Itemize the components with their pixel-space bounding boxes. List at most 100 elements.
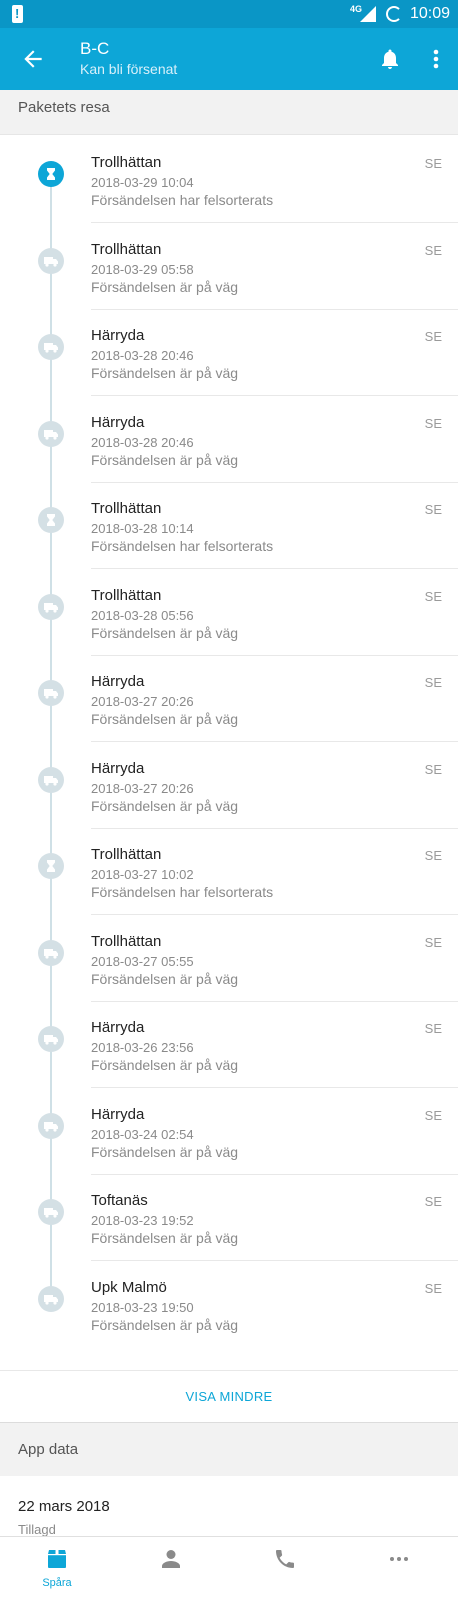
- event-city: Härryda: [91, 1019, 145, 1036]
- event-message: Försändelsen är på väg: [91, 711, 239, 727]
- package-icon: [48, 1550, 66, 1568]
- event-message: Försändelsen är på väg: [91, 1230, 239, 1246]
- event-message: Försändelsen har felsorterats: [91, 538, 274, 554]
- event-date: 2018-03-23 19:52: [91, 1213, 194, 1228]
- event-country: SE: [424, 1194, 442, 1209]
- truck-icon: [38, 1112, 64, 1139]
- timeline-event[interactable]: Toftanäs 2018-03-23 19:52 Försändelsen är …: [0, 1173, 458, 1261]
- journey-section-header: Paketets resa: [0, 90, 458, 134]
- timeline-event[interactable]: Trollhättan 2018-03-27 05:55 Försändelsen …: [0, 914, 458, 1002]
- status-bar: 4G 10:09: [0, 0, 458, 28]
- event-city: Härryda: [91, 1105, 145, 1123]
- timeline-event[interactable]: Härryda 2018-03-27 20:26 Försändelsen är p…: [0, 741, 458, 829]
- event-date: 2018-03-24 02:54: [91, 1126, 194, 1142]
- event-date: 2018-03-29 05:58: [91, 261, 194, 277]
- page-subtitle: Kan bli försenat: [80, 61, 178, 77]
- timeline-event[interactable]: Härryda 2018-03-24 02:54 Försändelsen är p…: [0, 1087, 458, 1175]
- timeline-event[interactable]: Trollhättan 2018-03-28 05:56 Försändelsen …: [0, 568, 458, 656]
- timeline-event[interactable]: Härryda 2018-03-28 20:46 Försändelsen är p…: [0, 308, 458, 396]
- event-message: Försändelsen är på väg: [91, 1057, 239, 1073]
- added-date: 22 mars 2018: [18, 1498, 110, 1515]
- hourglass-icon: [38, 853, 64, 879]
- event-city: Trollhättan: [91, 154, 162, 171]
- truck-icon: [38, 593, 64, 620]
- event-country: SE: [424, 934, 442, 950]
- hourglass-icon: [38, 161, 64, 187]
- event-country: SE: [424, 761, 442, 777]
- event-city: Trollhättan: [91, 932, 162, 950]
- added-label: Tillagd: [18, 1522, 56, 1537]
- event-city: Härryda: [91, 759, 145, 777]
- event-country: SE: [424, 1107, 442, 1123]
- journey-timeline: Trollhättan 2018-03-29 10:04 Försändelsen …: [0, 134, 458, 1370]
- event-message: Försändelsen är på väg: [91, 797, 239, 814]
- app-data: 22 mars 2018 Tillagd: [0, 1476, 458, 1537]
- show-less-button[interactable]: VISA MINDRE: [0, 1370, 458, 1422]
- event-date: 2018-03-27 10:02: [91, 867, 194, 882]
- bell-icon[interactable]: [378, 47, 402, 71]
- nav-more[interactable]: [342, 1537, 456, 1600]
- more-vertical-icon[interactable]: [426, 47, 446, 71]
- phone-icon: [276, 1550, 294, 1568]
- event-city: Härryda: [91, 673, 145, 690]
- sync-icon: [386, 6, 402, 22]
- event-message: Försändelsen är på väg: [91, 1143, 239, 1160]
- event-city: Härryda: [91, 327, 145, 344]
- truck-icon: [38, 1285, 64, 1312]
- event-message: Försändelsen är på väg: [91, 278, 239, 295]
- event-country: SE: [424, 502, 442, 517]
- app-bar: B-C Kan bli försenat: [0, 28, 458, 90]
- timeline-event[interactable]: Härryda 2018-03-26 23:56 Försändelsen är p…: [0, 1000, 458, 1088]
- event-message: Försändelsen är på väg: [91, 970, 239, 987]
- truck-icon: [38, 1026, 64, 1052]
- timeline-event[interactable]: Härryda 2018-03-28 20:46 Försändelsen är p…: [0, 395, 458, 483]
- event-date: 2018-03-26 23:56: [91, 1040, 194, 1055]
- event-city: Härryda: [91, 413, 145, 431]
- event-country: SE: [424, 329, 442, 344]
- event-country: SE: [424, 1021, 442, 1036]
- event-date: 2018-03-23 19:50: [91, 1299, 194, 1315]
- truck-icon: [38, 766, 64, 793]
- app-data-section-header: App data: [0, 1422, 458, 1476]
- truck-icon: [38, 334, 64, 360]
- event-message: Försändelsen har felsorterats: [91, 192, 274, 208]
- event-date: 2018-03-28 05:56: [91, 607, 194, 623]
- hourglass-icon: [38, 507, 64, 533]
- event-country: SE: [424, 1280, 442, 1296]
- nav-profile[interactable]: [114, 1537, 228, 1600]
- event-date: 2018-03-28 20:46: [91, 348, 194, 363]
- truck-icon: [38, 420, 64, 447]
- event-country: SE: [424, 675, 442, 690]
- event-date: 2018-03-27 20:26: [91, 780, 194, 796]
- event-country: SE: [424, 242, 442, 258]
- event-message: Försändelsen är på väg: [91, 365, 239, 381]
- nav-contact[interactable]: [228, 1537, 342, 1600]
- event-country: SE: [424, 415, 442, 431]
- event-date: 2018-03-29 10:04: [91, 175, 194, 190]
- event-city: Trollhättan: [91, 240, 162, 258]
- timeline-event[interactable]: Härryda 2018-03-27 20:26 Försändelsen är p…: [0, 654, 458, 742]
- truck-icon: [38, 247, 64, 274]
- event-message: Försändelsen är på väg: [91, 624, 239, 641]
- event-date: 2018-03-27 05:55: [91, 953, 194, 969]
- nav-track[interactable]: Spåra: [0, 1537, 114, 1600]
- timeline-event[interactable]: Trollhättan 2018-03-27 10:02 Försändelsen …: [0, 827, 458, 915]
- person-icon: [162, 1550, 180, 1568]
- timeline-event[interactable]: Trollhättan 2018-03-29 05:58 Försändelsen …: [0, 222, 458, 310]
- timeline-event[interactable]: Trollhättan 2018-03-28 10:14 Försändelsen …: [0, 481, 458, 569]
- event-country: SE: [424, 588, 442, 604]
- event-city: Toftanäs: [91, 1192, 148, 1209]
- event-date: 2018-03-27 20:26: [91, 694, 194, 709]
- timeline-event[interactable]: Upk Malmö 2018-03-23 19:50 Försändelsen är…: [0, 1260, 458, 1348]
- event-date: 2018-03-28 20:46: [91, 434, 194, 450]
- timeline-event[interactable]: Trollhättan 2018-03-29 10:04 Försändelsen …: [0, 135, 458, 223]
- more-horizontal-icon: [390, 1557, 408, 1561]
- event-country: SE: [424, 848, 442, 863]
- signal-icon: [360, 6, 376, 22]
- battery-alert-icon: [12, 5, 23, 23]
- event-city: Upk Malmö: [91, 1278, 167, 1296]
- back-arrow-icon[interactable]: [20, 46, 46, 72]
- bottom-nav: Spåra: [0, 1536, 458, 1600]
- event-message: Försändelsen är på väg: [91, 1316, 239, 1333]
- status-time: 10:09: [410, 5, 451, 22]
